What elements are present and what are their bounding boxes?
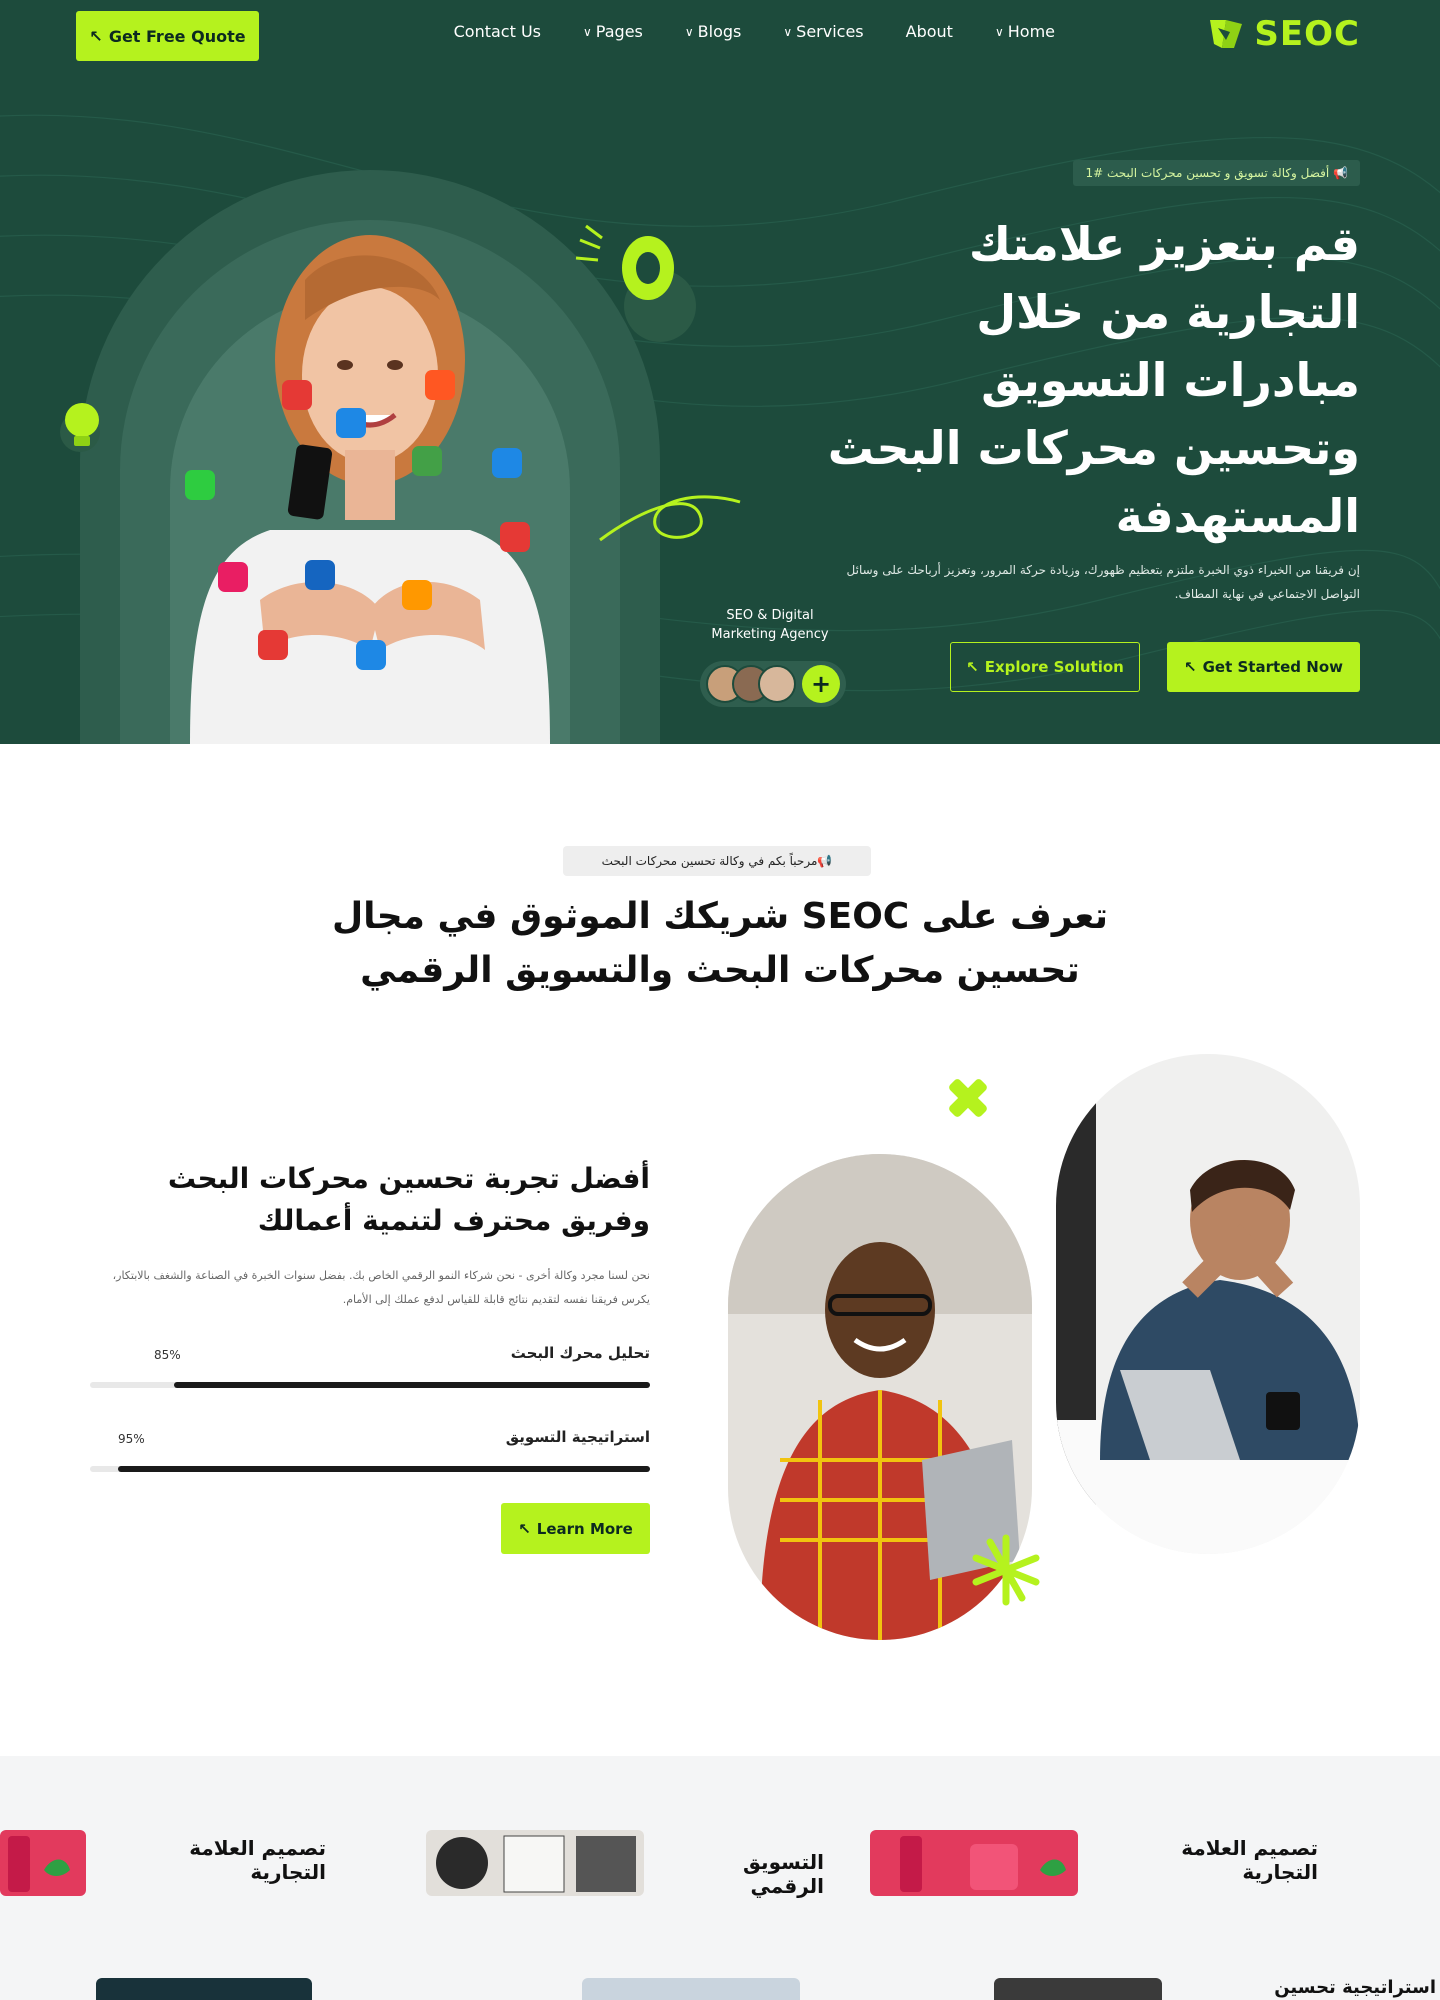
arrow-up-left-icon: ↖ <box>1184 658 1197 676</box>
welcome-badge: 📢 مرحباً بكم في وكالة تحسين محركات البحث <box>563 846 871 876</box>
skill-label: تحليل محرك البحث <box>510 1344 650 1362</box>
nav-label: Services <box>796 22 864 41</box>
learn-more-button[interactable]: ↖ Learn More <box>501 1503 650 1554</box>
agency-label: SEO & Digital Marketing Agency <box>711 608 829 642</box>
services-row: تصميم العلامة التجارية التسويق الرقمي تص… <box>0 1830 1440 1910</box>
x-cross-icon <box>949 1079 987 1117</box>
hero-badge: 📢 أفضل وكالة تسويق و تحسين محركات البحث … <box>1073 160 1360 186</box>
skill-progress-fill <box>174 1382 650 1388</box>
chevron-down-icon: ∨ <box>994 24 1004 39</box>
welcome-badge-text: مرحباً بكم في وكالة تحسين محركات البحث <box>601 854 818 868</box>
hero-description: إن فريقنا من الخبراء ذوي الخبرة ملتزم بت… <box>846 563 1360 601</box>
skill-progress-track <box>90 1382 650 1388</box>
logo[interactable]: SEOC <box>1206 14 1360 54</box>
hero-title: قم بتعزيز علامتك التجارية من خلال مبادرا… <box>827 217 1360 543</box>
about-title: تعرف على SEOC شريكك الموثوق في مجال تحسي… <box>331 896 1109 991</box>
photo-man-headset <box>728 1154 1032 1640</box>
lightbulb-icon <box>60 403 100 452</box>
service-image <box>0 1830 86 1896</box>
chevron-down-icon: ∨ <box>583 24 592 39</box>
nav-label: Contact Us <box>453 22 541 41</box>
page: ↖ Get Free Quote Contact Us ∨ Pages ∨ Blog… <box>0 0 1440 2000</box>
about-subtitle: أفضل تجربة تحسين محركات البحث وفريق محتر… <box>167 1162 650 1237</box>
nav-label: Home <box>1007 22 1055 41</box>
about-images <box>728 1054 1360 1640</box>
skill-progress-fill <box>118 1466 650 1472</box>
logo-text: SEOC <box>1254 14 1360 54</box>
explore-solution-button[interactable]: ↖ Explore Solution <box>950 642 1140 692</box>
get-free-quote-label: Get Free Quote <box>108 26 246 46</box>
nav-links: Contact Us ∨ Pages ∨ Blogs ∨ Services About… <box>454 22 1055 41</box>
skill-label: استراتيجية التسويق <box>505 1428 650 1446</box>
get-started-label: Get Started Now <box>1202 658 1343 676</box>
hero-illustration <box>60 170 741 744</box>
team-avatars: + <box>700 661 846 707</box>
nav-label: Blogs <box>697 22 742 41</box>
about-description: نحن لسنا مجرد وكالة أخرى - نحن شركاء الن… <box>112 1269 650 1306</box>
service-title[interactable]: التسويق الرقمي <box>664 1850 824 1898</box>
nav-item-blogs[interactable]: ∨ Blogs <box>685 22 742 41</box>
get-started-button[interactable]: ↖ Get Started Now <box>1167 642 1360 692</box>
arrow-up-left-icon: ↖ <box>518 1519 531 1538</box>
nav-item-services[interactable]: ∨ Services <box>783 22 863 41</box>
arrow-up-left-icon: ↖ <box>966 658 979 676</box>
nav-item-home[interactable]: ∨ Home <box>995 22 1055 41</box>
nav-item-about[interactable]: About <box>906 22 953 41</box>
nav-label: About <box>905 22 953 41</box>
skill-percent: 85% <box>154 1348 181 1362</box>
service-image <box>426 1830 644 1896</box>
nav-item-contact[interactable]: Contact Us <box>454 22 541 41</box>
service-title[interactable]: استراتيجية تحسين <box>1196 1976 1436 2000</box>
service-image <box>582 1978 800 2000</box>
avatar <box>758 665 796 703</box>
skill-marketing-strategy: استراتيجية التسويق 95% <box>90 1428 650 1478</box>
arrow-up-left-icon: ↖ <box>89 26 103 46</box>
explore-solution-label: Explore Solution <box>984 658 1124 676</box>
services-section: تصميم العلامة التجارية التسويق الرقمي تص… <box>0 1756 1440 2000</box>
service-title[interactable]: تصميم العلامة التجارية <box>1140 1836 1318 1884</box>
skill-percent: 95% <box>118 1432 145 1446</box>
photo-man-laptop <box>1056 1054 1360 1554</box>
nav-label: Pages <box>595 22 643 41</box>
nav-item-pages[interactable]: ∨ Pages <box>583 22 643 41</box>
service-image <box>96 1978 312 2000</box>
chevron-down-icon: ∨ <box>783 24 793 39</box>
service-title[interactable]: تصميم العلامة التجارية <box>148 1836 326 1884</box>
megaphone-small-icon: 📢 <box>817 854 833 868</box>
hero-badge-text: أفضل وكالة تسويق و تحسين محركات البحث #1 <box>1085 166 1330 180</box>
chevron-down-icon: ∨ <box>684 24 694 39</box>
service-image <box>994 1978 1162 2000</box>
logo-mark-icon <box>1210 20 1243 48</box>
services-row: استراتيجية تحسين <box>0 1976 1440 2000</box>
hero-section: ↖ Get Free Quote Contact Us ∨ Pages ∨ Blog… <box>0 0 1440 744</box>
learn-more-label: Learn More <box>536 1519 633 1538</box>
service-image <box>870 1830 1078 1896</box>
add-member-icon[interactable]: + <box>802 665 840 703</box>
skill-progress-track <box>90 1466 650 1472</box>
get-free-quote-button[interactable]: ↖ Get Free Quote <box>76 11 259 61</box>
skill-search-analysis: تحليل محرك البحث 85% <box>90 1344 650 1394</box>
megaphone-small-icon: 📢 <box>1329 166 1348 180</box>
top-nav: ↖ Get Free Quote Contact Us ∨ Pages ∨ Blog… <box>0 0 1440 72</box>
